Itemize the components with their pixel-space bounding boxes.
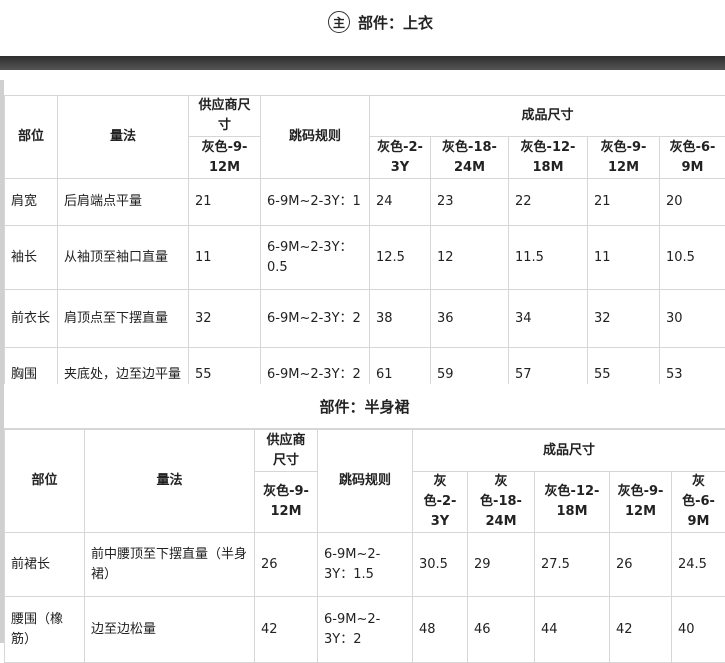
header-size: 灰色-12-18M — [535, 472, 610, 533]
cell-method: 后肩端点平量 — [58, 179, 189, 226]
cell-value: 29 — [468, 533, 535, 597]
header-size: 灰色-18-24M — [468, 472, 535, 533]
header-size: 灰色-12-18M — [509, 137, 588, 179]
cell-value: 44 — [535, 597, 610, 663]
cell-value: 40 — [672, 597, 725, 663]
header-size: 灰色-6-9M — [672, 472, 725, 533]
header-supplier: 供应商尺寸 — [189, 96, 261, 137]
cell-value: 24 — [370, 179, 431, 226]
cell-value: 36 — [431, 290, 509, 348]
cell-value: 23 — [431, 179, 509, 226]
cell-method: 肩顶点至下摆直量 — [58, 290, 189, 348]
part-title-text: 部件：上衣 — [358, 12, 433, 33]
cell-method: 边至边松量 — [85, 597, 255, 663]
cell-rule: 6-9M~2-3Y：2 — [261, 290, 370, 348]
cell-value: 26 — [610, 533, 672, 597]
header-rule: 跳码规则 — [318, 430, 413, 533]
cell-supplier: 11 — [189, 226, 261, 290]
header-part: 部位 — [5, 96, 58, 179]
cell-rule: 6-9M~2-3Y：1.5 — [318, 533, 413, 597]
section-title-skirt: 部件：半身裙 — [4, 384, 725, 429]
cell-value: 42 — [610, 597, 672, 663]
table-row: 袖长 从袖顶至袖口直量 11 6-9M~2-3Y：0.5 12.5 12 11.… — [5, 226, 725, 290]
header-finished: 成品尺寸 — [370, 96, 725, 137]
cell-part: 前裙长 — [5, 533, 85, 597]
cell-value: 12.5 — [370, 226, 431, 290]
cell-part: 腰围（橡筋） — [5, 597, 85, 663]
cell-value: 20 — [660, 179, 725, 226]
header-rule: 跳码规则 — [261, 96, 370, 179]
cell-value: 30 — [660, 290, 725, 348]
cell-value: 32 — [588, 290, 660, 348]
cell-supplier: 32 — [189, 290, 261, 348]
main-badge: 主 — [328, 11, 350, 33]
cell-value: 27.5 — [535, 533, 610, 597]
cell-supplier: 42 — [255, 597, 318, 663]
cell-value: 11 — [588, 226, 660, 290]
cell-rule: 6-9M~2-3Y：2 — [318, 597, 413, 663]
cell-part: 肩宽 — [5, 179, 58, 226]
cell-value: 11.5 — [509, 226, 588, 290]
divider-band — [0, 56, 725, 70]
cell-value: 21 — [588, 179, 660, 226]
top-header: 主 部件：上衣 — [0, 0, 725, 42]
cell-part: 袖长 — [5, 226, 58, 290]
header-size: 灰色-9-12M — [588, 137, 660, 179]
header-size: 灰色-2-3Y — [370, 137, 431, 179]
cell-value: 46 — [468, 597, 535, 663]
table-row: 前裙长 前中腰顶至下摆直量（半身裙） 26 6-9M~2-3Y：1.5 30.5… — [5, 533, 725, 597]
header-supplier-size: 灰色-9-12M — [189, 137, 261, 179]
cell-part: 前衣长 — [5, 290, 58, 348]
cell-rule: 6-9M~2-3Y：1 — [261, 179, 370, 226]
header-size: 灰色-6-9M — [660, 137, 725, 179]
header-part: 部位 — [5, 430, 85, 533]
size-table-top: 部位 量法 供应商尺寸 跳码规则 成品尺寸 灰色-9-12M 灰色-2-3Y 灰… — [4, 95, 725, 403]
cell-value: 34 — [509, 290, 588, 348]
cell-value: 38 — [370, 290, 431, 348]
table-row: 腰围（橡筋） 边至边松量 42 6-9M~2-3Y：2 48 46 44 42 … — [5, 597, 725, 663]
size-table-skirt: 部位 量法 供应商尺寸 跳码规则 成品尺寸 灰色-9-12M 灰色-2-3Y 灰… — [4, 429, 725, 663]
header-supplier-size: 灰色-9-12M — [255, 472, 318, 533]
cell-value: 24.5 — [672, 533, 725, 597]
cell-method: 从袖顶至袖口直量 — [58, 226, 189, 290]
header-size: 灰色-2-3Y — [413, 472, 468, 533]
cell-rule: 6-9M~2-3Y：0.5 — [261, 226, 370, 290]
cell-supplier: 21 — [189, 179, 261, 226]
cell-value: 12 — [431, 226, 509, 290]
cell-value: 30.5 — [413, 533, 468, 597]
part-title: 主 部件：上衣 — [328, 10, 433, 34]
cell-method: 前中腰顶至下摆直量（半身裙） — [85, 533, 255, 597]
header-method: 量法 — [58, 96, 189, 179]
cell-value: 22 — [509, 179, 588, 226]
header-supplier: 供应商尺寸 — [255, 430, 318, 472]
header-finished: 成品尺寸 — [413, 430, 725, 472]
cell-supplier: 26 — [255, 533, 318, 597]
cell-value: 48 — [413, 597, 468, 663]
table-row: 前衣长 肩顶点至下摆直量 32 6-9M~2-3Y：2 38 36 34 32 … — [5, 290, 725, 348]
cell-value: 10.5 — [660, 226, 725, 290]
header-size: 灰色-9-12M — [610, 472, 672, 533]
header-method: 量法 — [85, 430, 255, 533]
header-size: 灰色-18-24M — [431, 137, 509, 179]
table-row: 肩宽 后肩端点平量 21 6-9M~2-3Y：1 24 23 22 21 20 — [5, 179, 725, 226]
